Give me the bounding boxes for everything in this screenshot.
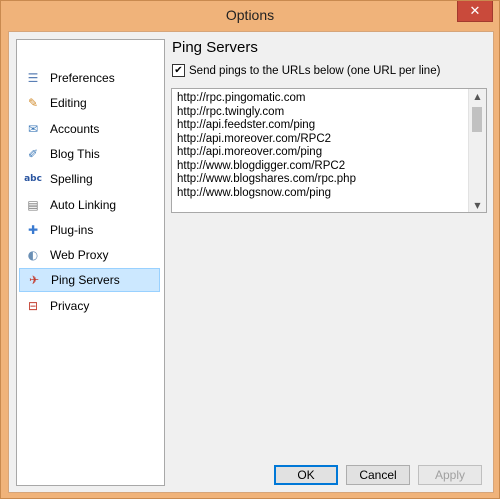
ping-url-line: http://api.moreover.com/RPC2: [177, 132, 332, 145]
ping-servers-panel: Ping Servers ✔ Send pings to the URLs be…: [166, 32, 493, 492]
sidebar-item-auto-linking[interactable]: ▤ Auto Linking: [19, 193, 160, 217]
ping-url-line: http://www.blogshares.com/rpc.php: [177, 173, 356, 185]
sidebar-item-label: Blog This: [50, 146, 100, 161]
title-bar[interactable]: Options ✕: [1, 1, 499, 31]
spelling-icon: abc: [24, 174, 42, 185]
accounts-icon: ✉: [27, 121, 39, 136]
sidebar-item-label: Auto Linking: [50, 197, 117, 212]
ping-url-line: http://api.feedster.com/ping: [177, 119, 316, 131]
blog-this-icon: ✐: [27, 146, 39, 161]
privacy-icon: ⊟: [27, 298, 39, 313]
puzzle-icon: ✚: [27, 222, 39, 237]
sidebar-item-spelling[interactable]: abc Spelling: [19, 167, 160, 191]
sidebar-item-editing[interactable]: ✎ Editing: [19, 91, 160, 115]
close-icon: ✕: [469, 3, 481, 19]
sidebar-item-label: Preferences: [50, 71, 115, 85]
ping-icon: ✈: [28, 273, 40, 288]
document-icon: ▤: [27, 197, 39, 212]
vertical-scrollbar[interactable]: ▲ ▼: [468, 89, 486, 212]
ping-url-line: http://api.moreover.com/ping: [177, 146, 323, 158]
sidebar-item-web-proxy[interactable]: ◐ Web Proxy: [19, 243, 160, 267]
category-list: ☰ Preferences ✎ Editing ✉ Accounts ✐ Blog This a…: [16, 39, 165, 486]
options-window: Options ✕ ☰ Preferences ✎ Editing ✉ Accounts ✐…: [0, 0, 500, 499]
sidebar-item-label: Plug-ins: [50, 222, 94, 237]
sidebar-item-plug-ins[interactable]: ✚ Plug-ins: [19, 218, 160, 242]
cancel-button[interactable]: Cancel: [346, 465, 410, 485]
ping-urls-textarea[interactable]: http://rpc.pingomatic.com http://rpc.twin…: [171, 88, 487, 213]
close-button[interactable]: ✕: [457, 1, 493, 22]
apply-button[interactable]: Apply: [418, 465, 482, 485]
sidebar-item-label: Web Proxy: [50, 248, 109, 263]
ping-urls-text[interactable]: http://rpc.pingomatic.com http://rpc.twin…: [177, 92, 462, 200]
preferences-icon: ☰: [27, 71, 39, 85]
ping-url-line: http://rpc.twingly.com: [177, 105, 285, 118]
globe-icon: ◐: [27, 248, 39, 263]
sidebar-item-label: Editing: [50, 96, 87, 111]
panel-heading: Ping Servers: [172, 39, 258, 56]
send-pings-checkbox[interactable]: ✔: [172, 64, 185, 77]
scroll-down-arrow-icon[interactable]: ▼: [469, 198, 486, 212]
ping-url-line: http://www.blogdigger.com/RPC2: [177, 159, 346, 172]
pencil-icon: ✎: [27, 96, 39, 111]
sidebar-item-preferences[interactable]: ☰ Preferences: [19, 66, 160, 90]
scroll-up-arrow-icon[interactable]: ▲: [469, 89, 486, 103]
send-pings-option[interactable]: ✔ Send pings to the URLs below (one URL …: [172, 64, 440, 77]
sidebar-item-label: Ping Servers: [51, 273, 120, 288]
sidebar-item-label: Privacy: [50, 298, 90, 313]
ping-url-line: http://rpc.pingomatic.com: [177, 92, 306, 104]
sidebar-item-privacy[interactable]: ⊟ Privacy: [19, 294, 160, 318]
ping-url-line: http://www.blogsnow.com/ping: [177, 186, 332, 199]
scroll-thumb[interactable]: [472, 107, 482, 132]
ok-button[interactable]: OK: [274, 465, 338, 485]
sidebar-item-blog-this[interactable]: ✐ Blog This: [19, 142, 160, 166]
checkmark-icon: ✔: [174, 65, 183, 76]
sidebar-item-label: Spelling: [50, 172, 93, 187]
dialog-body: ☰ Preferences ✎ Editing ✉ Accounts ✐ Blog This a…: [8, 31, 494, 493]
sidebar-item-label: Accounts: [50, 121, 100, 136]
sidebar-item-accounts[interactable]: ✉ Accounts: [19, 117, 160, 141]
window-title: Options: [225, 7, 275, 23]
send-pings-label[interactable]: Send pings to the URLs below (one URL pe…: [189, 65, 440, 77]
sidebar-item-ping-servers[interactable]: ✈ Ping Servers: [19, 268, 160, 293]
